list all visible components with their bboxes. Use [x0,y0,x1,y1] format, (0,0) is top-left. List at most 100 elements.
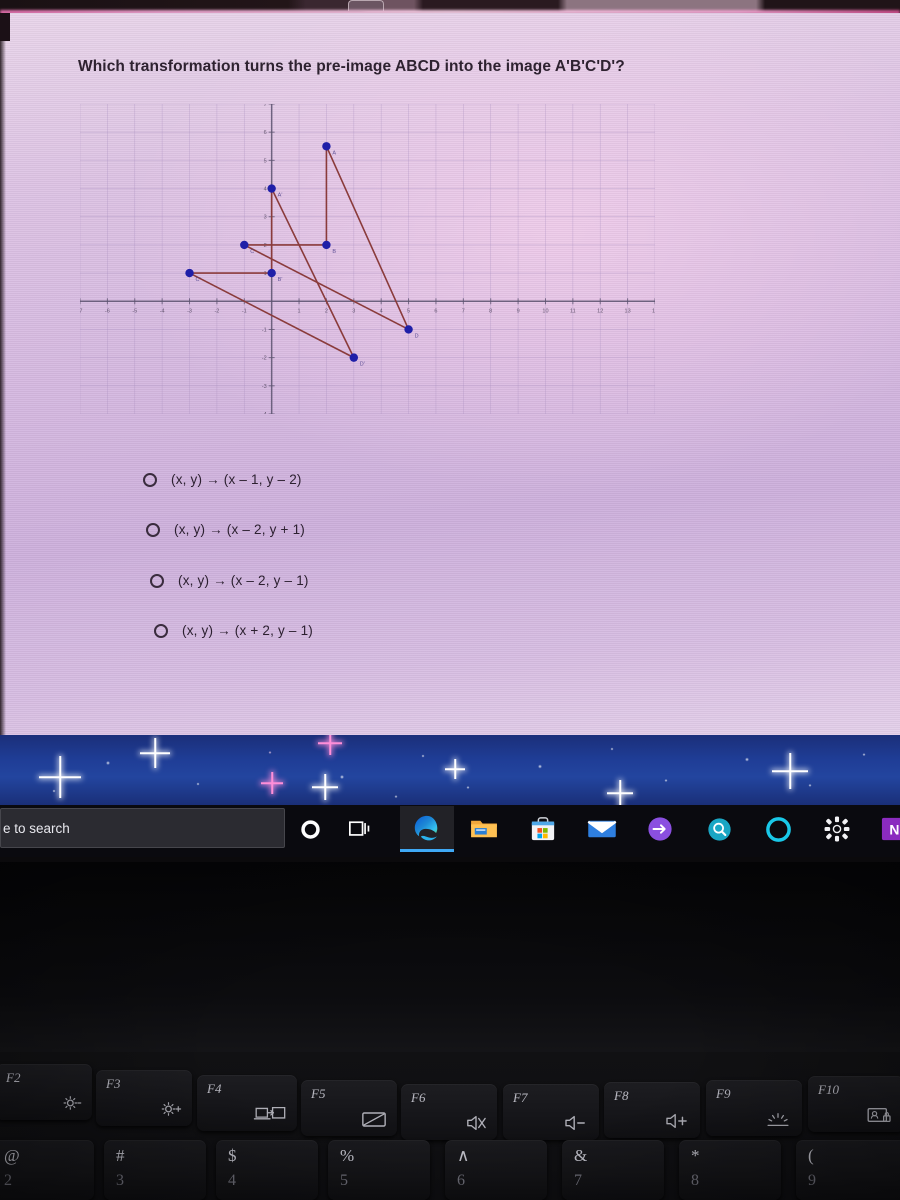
key-symbol: & [574,1146,588,1165]
display-switch-icon [253,1105,287,1124]
point-labels: A B C D A' B' C' D' [196,150,419,367]
key-hash-3[interactable]: # 3 [104,1140,206,1200]
microsoft-store-icon[interactable] [521,806,565,852]
key-symbol: ∧ [457,1146,470,1165]
touchpad-toggle-icon [361,1110,387,1129]
answer-choice-2[interactable]: (x, y) → (x – 2, y – 1) [150,573,309,588]
radio-button-2[interactable] [150,573,164,588]
radio-button-1[interactable] [146,522,160,537]
key-asterisk-8[interactable]: * 8 [679,1140,781,1200]
key-f5[interactable]: F5 [301,1080,397,1136]
sync-icon-glyph [648,817,672,841]
key-f10-label: F10 [818,1082,839,1097]
key-f9[interactable]: F9 [706,1080,802,1136]
svg-text:4: 4 [264,187,267,193]
svg-text:9: 9 [517,308,520,314]
key-f8[interactable]: F8 [604,1082,700,1138]
page-title: Which transformation turns the pre-image… [78,58,625,75]
key-f8-label: F8 [614,1088,629,1103]
svg-text:13: 13 [625,308,631,314]
key-digit: 9 [808,1172,816,1189]
key-at-2[interactable]: @ 2 [0,1140,94,1200]
edge-icon-glyph [414,815,438,841]
key-f3[interactable]: F3 [96,1070,192,1126]
edge-icon[interactable] [405,806,449,852]
file-explorer-icon[interactable] [462,806,506,852]
svg-text:-4: -4 [262,412,267,414]
cortana-icon[interactable] [288,806,332,852]
key-paren-9[interactable]: ( 9 [796,1140,900,1200]
key-digit: 2 [4,1172,12,1189]
key-f6-label: F6 [411,1090,426,1105]
key-digit: 5 [340,1172,348,1189]
key-symbol: * [691,1146,700,1165]
key-f2[interactable]: F2 [0,1064,92,1120]
brightness-down-icon [62,1093,82,1113]
svg-text:10: 10 [542,308,548,314]
svg-text:-6: -6 [105,308,110,314]
answer-choice-3[interactable]: (x, y) → (x + 2, y – 1) [154,623,313,638]
key-f7-label: F7 [513,1090,528,1105]
svg-text:7: 7 [462,308,465,314]
key-digit: 7 [574,1172,582,1189]
key-digit: 8 [691,1172,699,1189]
svg-text:B: B [332,249,336,255]
key-symbol: $ [228,1146,237,1165]
axis-tick-labels: -7-6-5-4-3-2-11234567891011121314-4-3-2-… [80,104,655,414]
radio-button-0[interactable] [143,472,157,487]
answer-choice-label-2: (x, y) → (x – 2, y – 1) [178,573,309,588]
answer-choice-0[interactable]: (x, y) → (x – 1, y – 2) [143,472,302,487]
microsoft-store-icon-glyph [531,817,555,841]
answer-choice-label-1: (x, y) → (x – 2, y + 1) [174,522,305,537]
svg-text:N: N [889,822,899,838]
task-view-icon[interactable] [338,806,382,852]
privacy-screen-icon [866,1105,894,1125]
svg-text:A: A [332,150,336,156]
cortana-icon-glyph [300,819,320,839]
svg-text:-5: -5 [132,308,137,314]
svg-text:-4: -4 [160,308,165,314]
task-view-icon-glyph [349,821,370,836]
svg-text:5: 5 [407,308,410,314]
svg-text:-7: -7 [80,308,82,314]
svg-text:3: 3 [352,308,355,314]
radio-button-3[interactable] [154,623,168,638]
key-f2-label: F2 [6,1070,21,1085]
key-f6[interactable]: F6 [401,1084,497,1140]
key-dollar-4[interactable]: $ 4 [216,1140,318,1200]
volume-up-icon [664,1111,690,1131]
svg-text:8: 8 [489,308,492,314]
mail-icon-glyph [587,820,617,838]
onenote-icon-glyph: N [881,817,900,841]
keyboard-backlight-icon [764,1111,792,1129]
taskbar-search-box[interactable]: e to search [0,808,285,848]
svg-text:2: 2 [264,243,267,249]
sync-icon[interactable] [638,806,682,852]
key-f7[interactable]: F7 [503,1084,599,1140]
screen-left-shadow [0,13,6,735]
search-magnifier-icon[interactable] [697,806,741,852]
key-f10[interactable]: F10 [808,1076,900,1132]
key-f4[interactable]: F4 [197,1075,297,1131]
svg-text:14: 14 [652,308,655,314]
settings-gear-icon[interactable] [815,806,859,852]
graph-svg: -7-6-5-4-3-2-11234567891011121314-4-3-2-… [80,104,655,414]
key-ampersand-7[interactable]: & 7 [562,1140,664,1200]
key-percent-5[interactable]: % 5 [328,1140,430,1200]
onenote-icon[interactable]: N [872,806,900,852]
key-digit: 6 [457,1172,465,1189]
volume-mute-icon [465,1113,487,1133]
screen-corner-shadow [0,13,10,41]
key-caret-6[interactable]: ∧ 6 [445,1140,547,1200]
cortana-ring-icon[interactable] [756,806,800,852]
mail-icon[interactable] [580,806,624,852]
volume-down-icon [563,1113,589,1133]
answer-choice-1[interactable]: (x, y) → (x – 2, y + 1) [146,522,305,537]
svg-text:-1: -1 [242,308,247,314]
key-f5-label: F5 [311,1086,326,1101]
key-digit: 4 [228,1172,236,1189]
key-symbol: @ [4,1146,20,1165]
svg-text:-3: -3 [262,384,267,390]
svg-text:D': D' [360,362,365,368]
svg-text:B': B' [278,277,283,283]
